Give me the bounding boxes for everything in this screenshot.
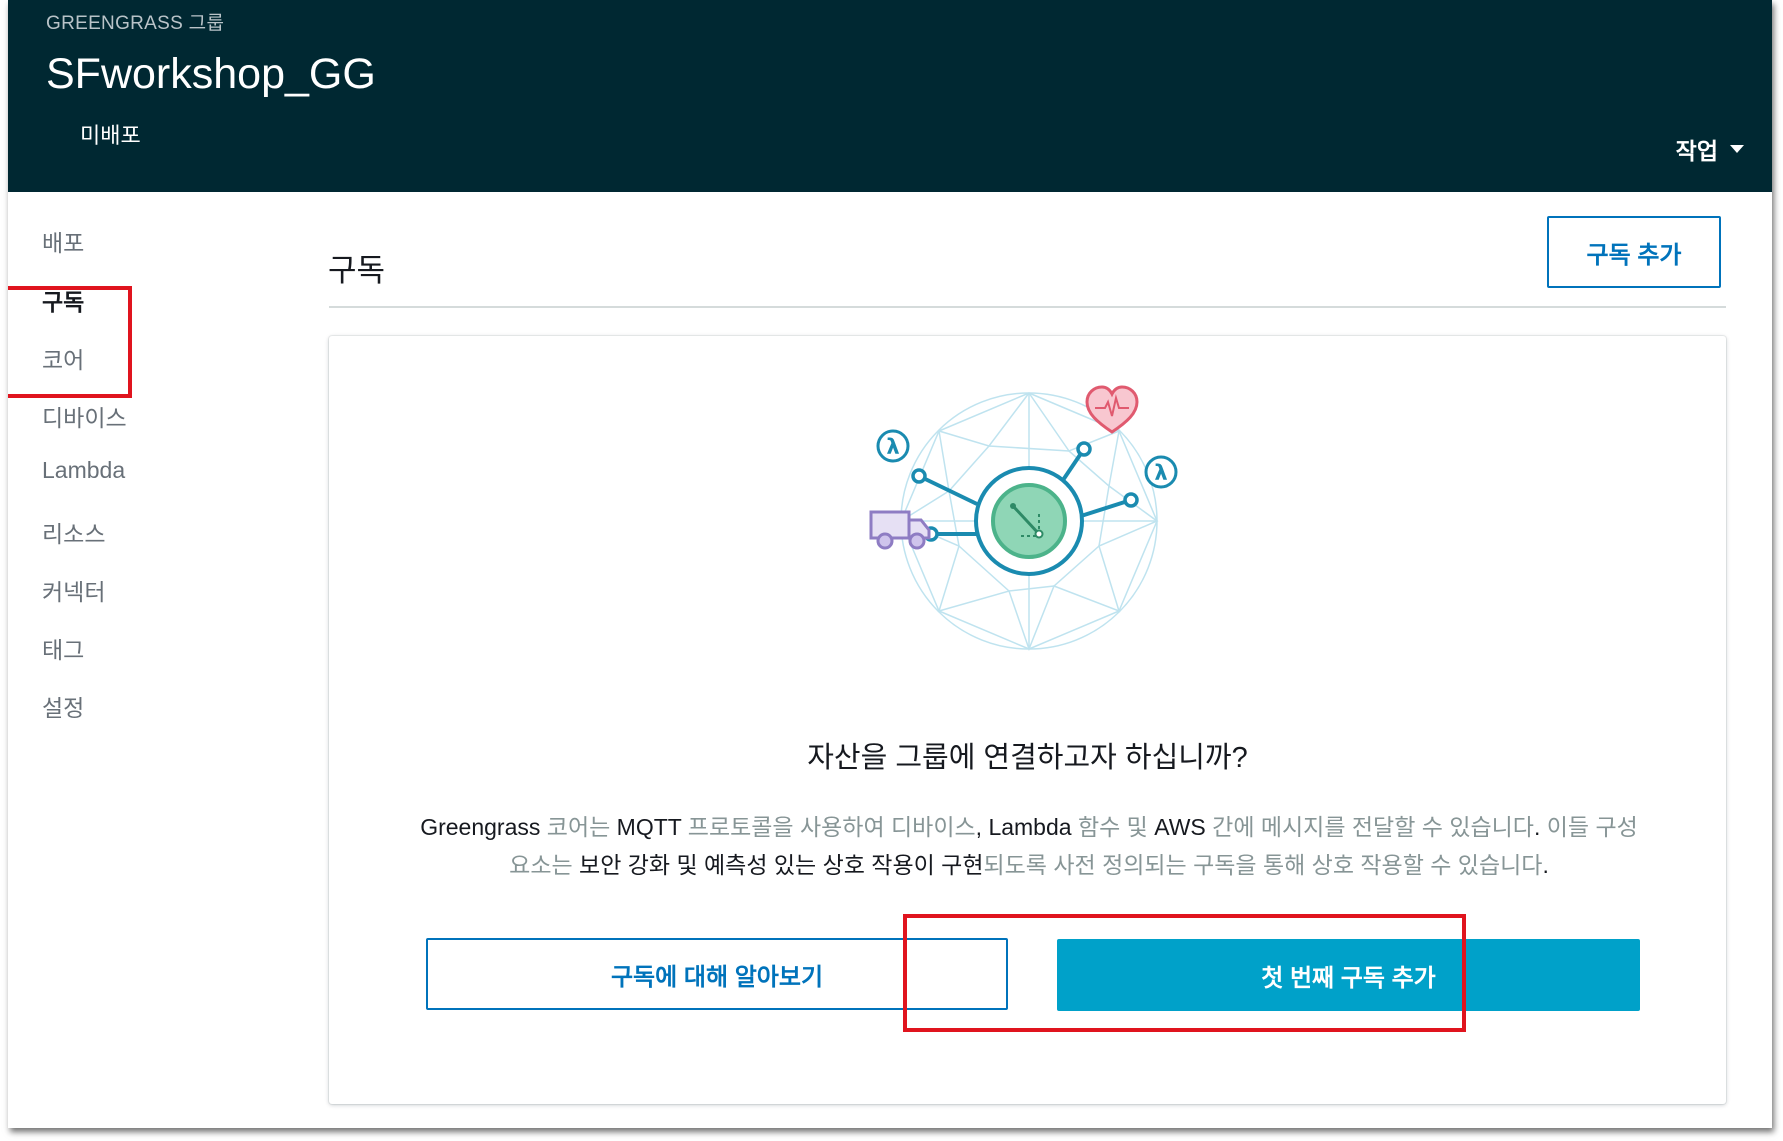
sidebar-item-devices[interactable]: 디바이스 xyxy=(42,399,127,433)
description-segment: 간에 메시지를 전달할 수 있습니다 xyxy=(1205,814,1534,840)
sidebar-item-lambda[interactable]: Lambda xyxy=(42,457,125,484)
sidebar-item-subscriptions[interactable]: 구독 xyxy=(42,283,84,317)
node-icon xyxy=(911,468,927,484)
caret-down-icon xyxy=(1730,145,1744,153)
app-window: GREENGRASS 그룹 SFworkshop_GG 미배포 작업 배포 구독… xyxy=(8,0,1772,1128)
description-segment: 되도록 사전 정의되는 구독을 통해 상호 작용할 수 있습니다 xyxy=(983,852,1543,878)
description-segment: 보안 강화 및 예측성 있는 상호 작용이 구현 xyxy=(579,852,984,878)
sidebar-item-cores[interactable]: 코어 xyxy=(42,341,84,375)
description-segment: MQTT xyxy=(616,814,682,840)
page-title: SFworkshop_GG xyxy=(46,50,376,98)
divider xyxy=(329,306,1726,308)
sidebar-item-connectors[interactable]: 커넥터 xyxy=(42,573,105,607)
sidebar-item-settings[interactable]: 설정 xyxy=(42,689,84,723)
learn-about-subscriptions-button[interactable]: 구독에 대해 알아보기 xyxy=(426,938,1008,1010)
core-dial-icon xyxy=(974,466,1084,576)
description-segment: 코어는 xyxy=(540,814,617,840)
greengrass-illustration: λ λ xyxy=(869,385,1178,652)
heart-monitor-icon xyxy=(1085,385,1139,434)
node-icon xyxy=(1076,441,1092,457)
breadcrumb[interactable]: GREENGRASS 그룹 xyxy=(46,8,224,35)
empty-state-heading: 자산을 그룹에 연결하고자 하십니까? xyxy=(807,742,1248,774)
actions-dropdown[interactable]: 작업 xyxy=(1676,132,1744,166)
lambda-icon: λ xyxy=(876,429,910,463)
svg-text:λ: λ xyxy=(1154,461,1167,485)
description-segment: Greengrass xyxy=(420,814,541,840)
add-subscription-button[interactable]: 구독 추가 xyxy=(1547,216,1721,288)
deployment-status: 미배포 xyxy=(80,123,141,148)
empty-state-description: Greengrass 코어는 MQTT 프로토콜을 사용하여 디바이스, Lam… xyxy=(419,808,1639,884)
add-first-subscription-button[interactable]: 첫 번째 구독 추가 xyxy=(1057,939,1640,1011)
description-segment: . xyxy=(1542,852,1549,878)
sidebar-item-deployments[interactable]: 배포 xyxy=(42,224,84,258)
sidebar-item-tags[interactable]: 태그 xyxy=(42,631,84,665)
node-icon xyxy=(1123,492,1139,508)
description-segment: Lambda xyxy=(988,814,1072,840)
description-segment: 프로토콜을 사용하여 디바이스 xyxy=(681,814,976,840)
svg-text:λ: λ xyxy=(886,435,899,459)
truck-icon xyxy=(869,510,931,550)
section-title: 구독 xyxy=(328,253,386,288)
actions-label: 작업 xyxy=(1675,138,1718,164)
lambda-icon: λ xyxy=(1144,455,1178,489)
sidebar-item-resources[interactable]: 리소스 xyxy=(42,515,105,549)
description-segment: 함수 및 xyxy=(1071,814,1155,840)
empty-state-card: λ λ 자산을 그룹에 연결하고자 하십니까? Greengrass 코어는 M… xyxy=(329,336,1726,1104)
page-header: GREENGRASS 그룹 SFworkshop_GG 미배포 작업 xyxy=(8,0,1772,192)
sidebar: 배포 구독 코어 디바이스 Lambda 리소스 커넥터 태그 설정 xyxy=(8,192,298,1092)
description-segment: AWS xyxy=(1154,814,1206,840)
